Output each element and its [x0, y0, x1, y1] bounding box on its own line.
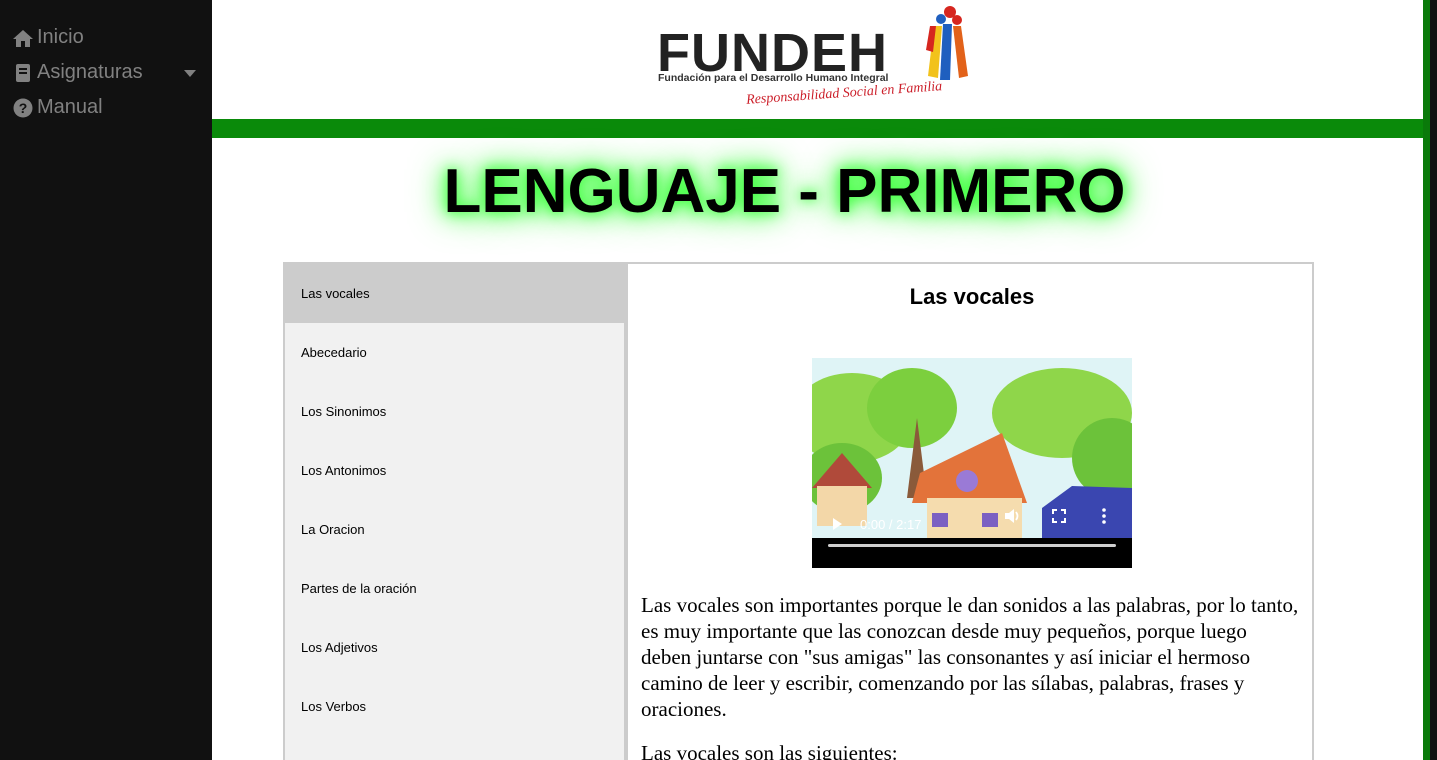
lesson-content: Las vocales 0:00 / 2:17 Las vocales son … [630, 264, 1314, 760]
lesson-item-partes-de-la-oracion[interactable]: Partes de la oración [285, 559, 624, 618]
sidebar-item-label: Inicio [37, 26, 84, 48]
logo-subtitle: Fundación para el Desarrollo Humano Inte… [658, 72, 889, 84]
lesson-item-los-verbos[interactable]: Los Verbos [285, 677, 624, 736]
lesson-item-las-vocales[interactable]: Las vocales [285, 264, 624, 323]
video-player[interactable]: 0:00 / 2:17 [812, 358, 1132, 568]
video-controls: 0:00 / 2:17 [812, 504, 1132, 544]
book-icon [12, 62, 34, 84]
home-icon [12, 27, 34, 49]
sidebar-item-manual[interactable]: ? Manual [0, 90, 212, 125]
sidebar: Inicio Asignaturas ? Manual [0, 0, 212, 760]
main-content: FUNDEH Fundación para el Desarrollo Huma… [212, 0, 1430, 760]
header: FUNDEH Fundación para el Desarrollo Huma… [212, 0, 1430, 119]
lesson-item-los-sinonimos[interactable]: Los Sinonimos [285, 382, 624, 441]
video-time: 0:00 / 2:17 [860, 516, 922, 532]
lesson-item-los-adjetivos[interactable]: Los Adjetivos [285, 618, 624, 677]
sidebar-item-inicio[interactable]: Inicio [0, 20, 212, 55]
caret-down-icon[interactable] [184, 61, 196, 84]
sidebar-item-asignaturas[interactable]: Asignaturas [0, 55, 212, 90]
svg-text:?: ? [19, 100, 28, 116]
right-edge-bar [1423, 0, 1430, 760]
volume-icon[interactable] [1004, 508, 1022, 527]
question-circle-icon: ? [12, 97, 34, 119]
more-options-icon[interactable] [1102, 508, 1106, 527]
fullscreen-icon[interactable] [1052, 509, 1066, 526]
fundeh-logo[interactable]: FUNDEH Fundación para el Desarrollo Huma… [656, 2, 976, 116]
lesson-paragraph: Las vocales son importantes porque le da… [641, 593, 1299, 721]
play-icon[interactable] [830, 517, 844, 531]
sidebar-item-label: Manual [37, 96, 103, 118]
page-title: LENGUAJE - PRIMERO [443, 157, 1126, 226]
lesson-panel: Las vocales Abecedario Los Sinonimos Los… [283, 262, 1314, 760]
logo-figures-icon [926, 6, 968, 80]
lesson-heading: Las vocales [909, 284, 1035, 309]
lesson-item-la-oracion[interactable]: La Oracion [285, 500, 624, 559]
header-divider [212, 119, 1430, 138]
lesson-item-los-antonimos[interactable]: Los Antonimos [285, 441, 624, 500]
video-progress-bar[interactable] [828, 544, 1116, 547]
sidebar-item-label: Asignaturas [37, 61, 143, 83]
lesson-item-abecedario[interactable]: Abecedario [285, 323, 624, 382]
lesson-paragraph-2: Las vocales son las siguientes: [641, 741, 898, 760]
lesson-list: Las vocales Abecedario Los Sinonimos Los… [285, 264, 628, 760]
